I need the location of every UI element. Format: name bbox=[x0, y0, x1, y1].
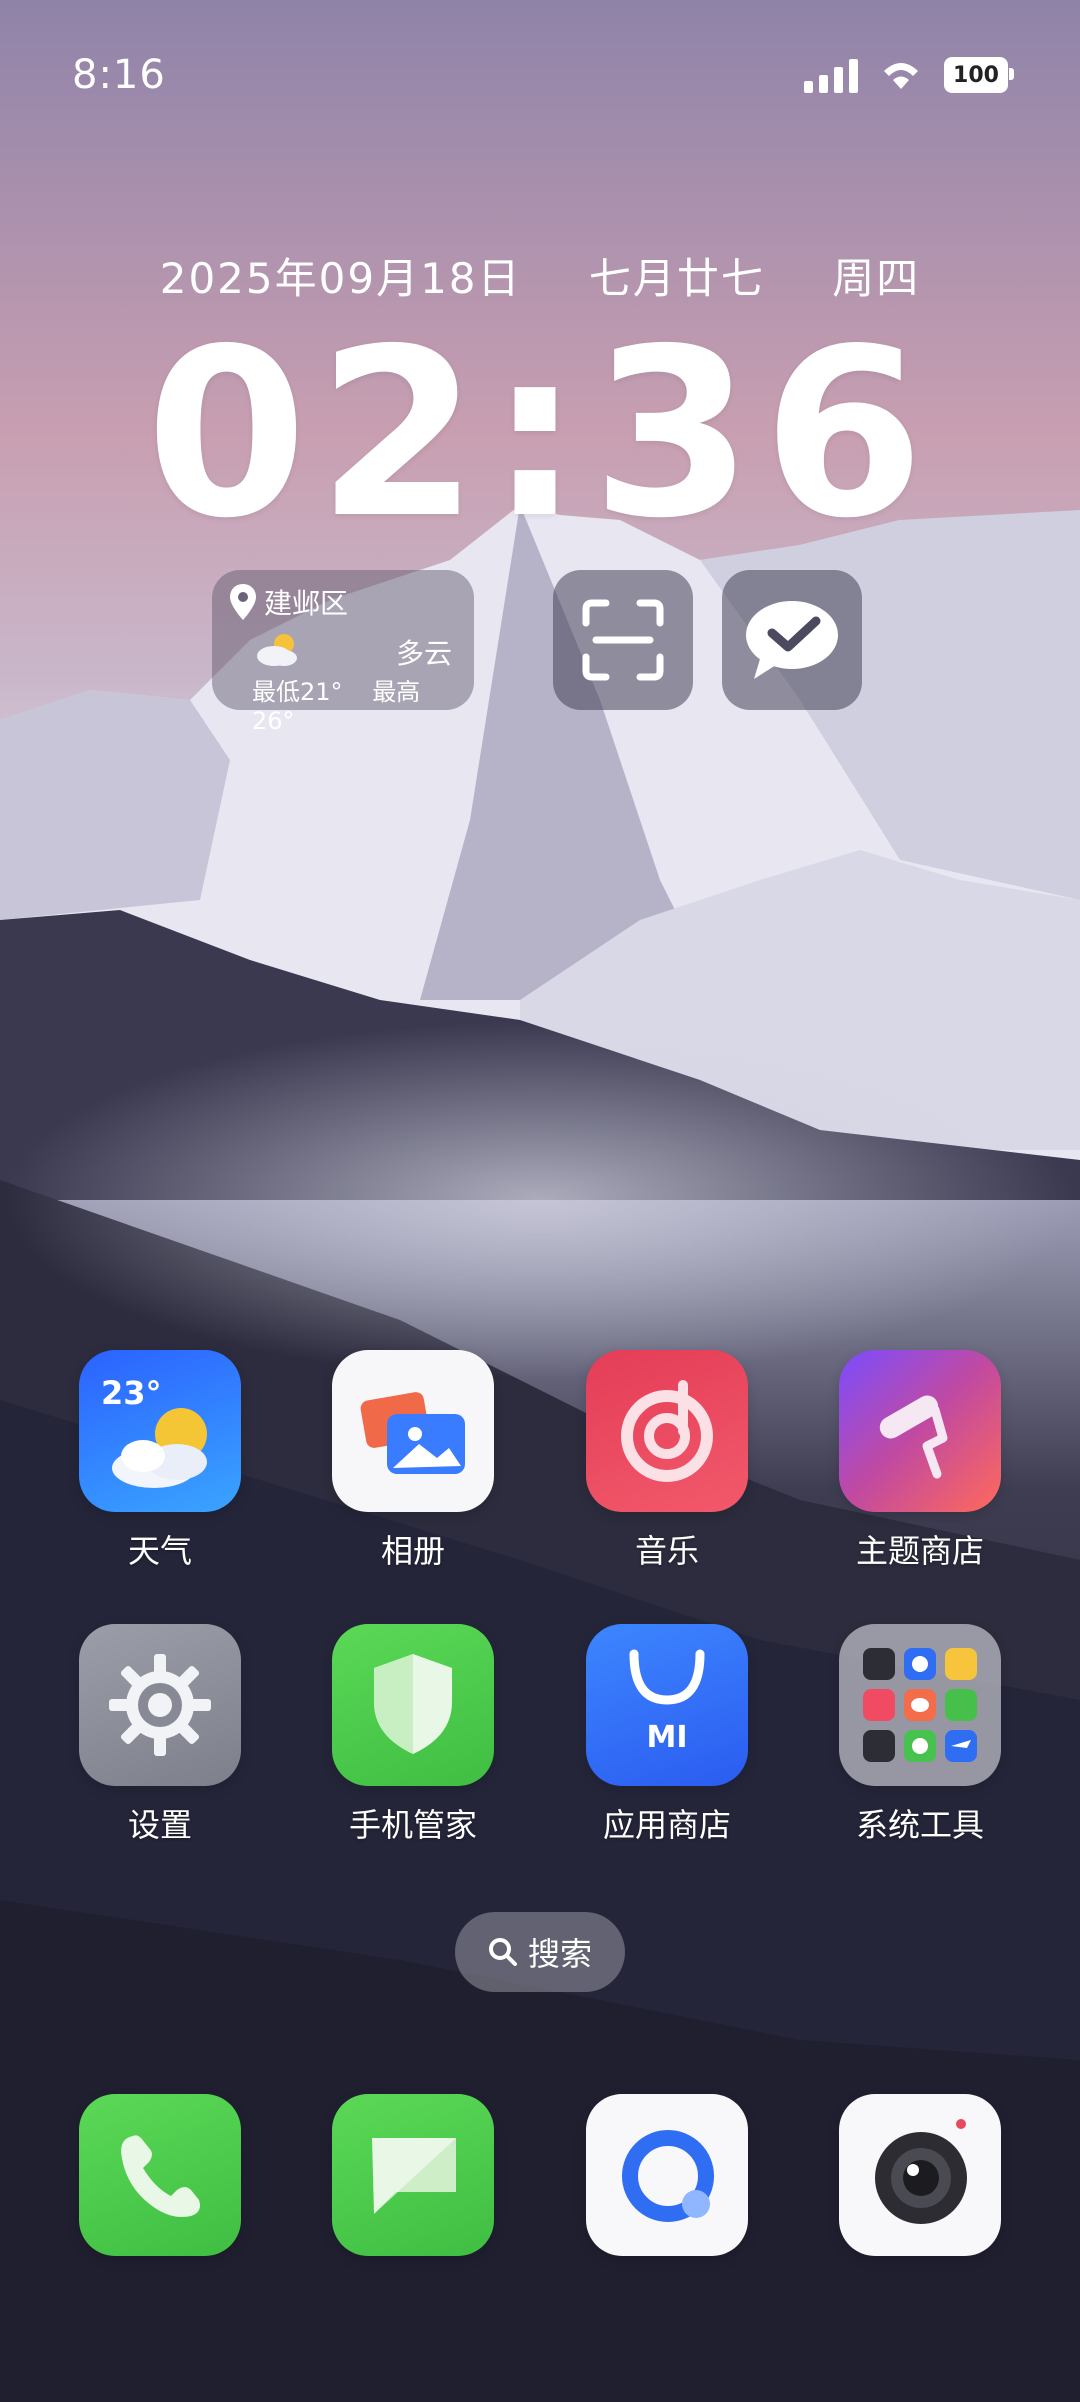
folder-icon bbox=[839, 1624, 1001, 1786]
app-gallery[interactable]: 相册 bbox=[303, 1350, 523, 1572]
cell-signal-icon bbox=[804, 57, 858, 93]
app-settings[interactable]: 设置 bbox=[50, 1624, 270, 1846]
scan-button[interactable] bbox=[553, 570, 693, 710]
app-store[interactable]: MI 应用商店 bbox=[557, 1624, 777, 1846]
weather-widget[interactable]: 建邺区 多云 最低21° 最高 26° bbox=[212, 570, 474, 735]
app-label: 系统工具 bbox=[855, 1806, 984, 1844]
battery-indicator: 100 bbox=[944, 57, 1014, 93]
app-label: 设置 bbox=[127, 1806, 192, 1844]
messages-icon bbox=[332, 2094, 494, 2256]
app-messages[interactable] bbox=[303, 2094, 523, 2256]
settings-app-icon bbox=[79, 1624, 241, 1786]
weather-condition: 多云 bbox=[395, 637, 452, 670]
wechat-icon bbox=[746, 601, 838, 679]
weekday: 周四 bbox=[832, 254, 921, 303]
phone-icon bbox=[79, 2094, 241, 2256]
app-label: 天气 bbox=[127, 1532, 192, 1570]
browser-icon bbox=[586, 2094, 748, 2256]
app-label: 音乐 bbox=[634, 1532, 699, 1570]
search-button[interactable]: 搜索 bbox=[455, 1912, 625, 1992]
app-security[interactable]: 手机管家 bbox=[303, 1624, 523, 1846]
security-app-icon bbox=[332, 1624, 494, 1786]
app-music[interactable]: 音乐 bbox=[557, 1350, 777, 1572]
theme-store-app-icon bbox=[839, 1350, 1001, 1512]
search-label: 搜索 bbox=[527, 1935, 592, 1973]
date-text: 2025年09月18日 bbox=[159, 254, 522, 303]
camera-icon bbox=[839, 2094, 1001, 2256]
app-browser[interactable] bbox=[557, 2094, 777, 2256]
mi-logo: MI bbox=[646, 1720, 688, 1755]
search-icon bbox=[488, 1938, 517, 1966]
status-bar: 8:16 100 bbox=[72, 40, 1014, 110]
date-line: 2025年09月18日 七月廿七 周四 bbox=[0, 245, 1080, 306]
weather-location: 建邺区 bbox=[264, 587, 349, 620]
scan-icon bbox=[582, 599, 664, 681]
battery-level: 100 bbox=[953, 62, 999, 88]
app-label: 手机管家 bbox=[348, 1806, 477, 1844]
weather-app-icon: 23° bbox=[79, 1350, 241, 1512]
clock[interactable]: 02:36 bbox=[0, 318, 1080, 550]
music-app-icon bbox=[586, 1350, 748, 1512]
status-time: 8:16 bbox=[72, 52, 166, 98]
location-pin-icon bbox=[230, 584, 256, 620]
wechat-pay-button[interactable] bbox=[722, 570, 862, 710]
cloudy-icon bbox=[257, 634, 297, 666]
lunar-date: 七月廿七 bbox=[588, 254, 765, 303]
app-weather[interactable]: 23° 天气 bbox=[50, 1350, 270, 1572]
app-theme-store[interactable]: 主题商店 bbox=[810, 1350, 1030, 1572]
weather-low: 最低21° bbox=[252, 678, 343, 706]
dock bbox=[0, 2094, 1080, 2264]
app-camera[interactable] bbox=[810, 2094, 1030, 2256]
app-phone[interactable] bbox=[50, 2094, 270, 2256]
gallery-app-icon bbox=[332, 1350, 494, 1512]
app-label: 应用商店 bbox=[602, 1806, 731, 1844]
wifi-icon bbox=[884, 63, 918, 89]
app-system-tools-folder[interactable]: 系统工具 bbox=[810, 1624, 1030, 1846]
app-label: 相册 bbox=[380, 1532, 445, 1570]
app-label: 主题商店 bbox=[855, 1532, 984, 1570]
app-store-icon: MI bbox=[586, 1624, 748, 1786]
